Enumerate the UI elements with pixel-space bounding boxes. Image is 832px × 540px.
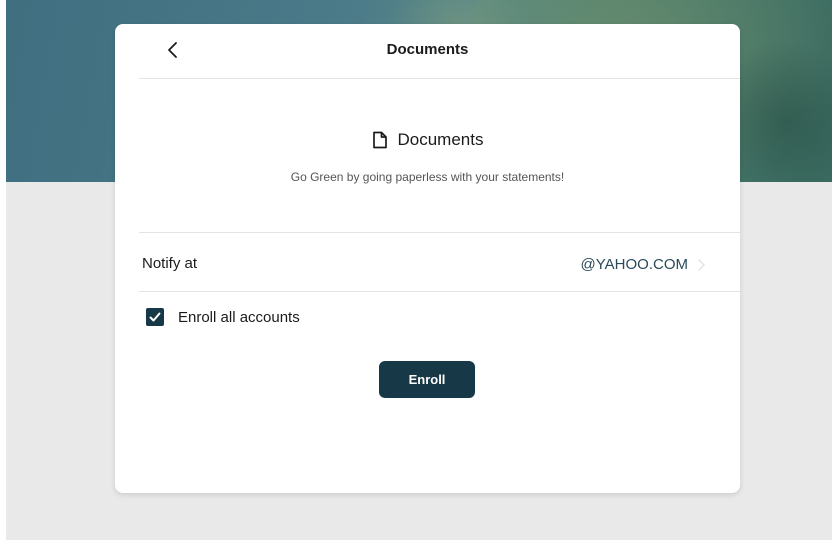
notify-email-value: @YAHOO.COM — [580, 256, 688, 273]
enroll-all-checkbox[interactable] — [146, 308, 164, 326]
checkmark-icon — [149, 312, 161, 322]
intro-title: Documents — [397, 130, 484, 149]
chevron-right-icon — [698, 259, 705, 271]
notify-at-row[interactable]: Notify at @YAHOO.COM — [139, 233, 740, 292]
dialog-title: Documents — [386, 41, 469, 58]
left-edge — [0, 0, 6, 540]
page: Documents Documents Go Green by going pa… — [0, 0, 832, 540]
intro-section: Documents Go Green by going paperless wi… — [115, 130, 740, 184]
enroll-all-label: Enroll all accounts — [178, 308, 300, 326]
enroll-button[interactable]: Enroll — [379, 361, 475, 398]
notify-at-label: Notify at — [142, 255, 198, 272]
documents-dialog: Documents Documents Go Green by going pa… — [115, 24, 740, 493]
dialog-header: Documents — [139, 24, 740, 79]
document-icon — [372, 131, 387, 149]
enroll-all-accounts[interactable]: Enroll all accounts — [146, 308, 300, 326]
intro-subtitle: Go Green by going paperless with your st… — [290, 170, 565, 184]
